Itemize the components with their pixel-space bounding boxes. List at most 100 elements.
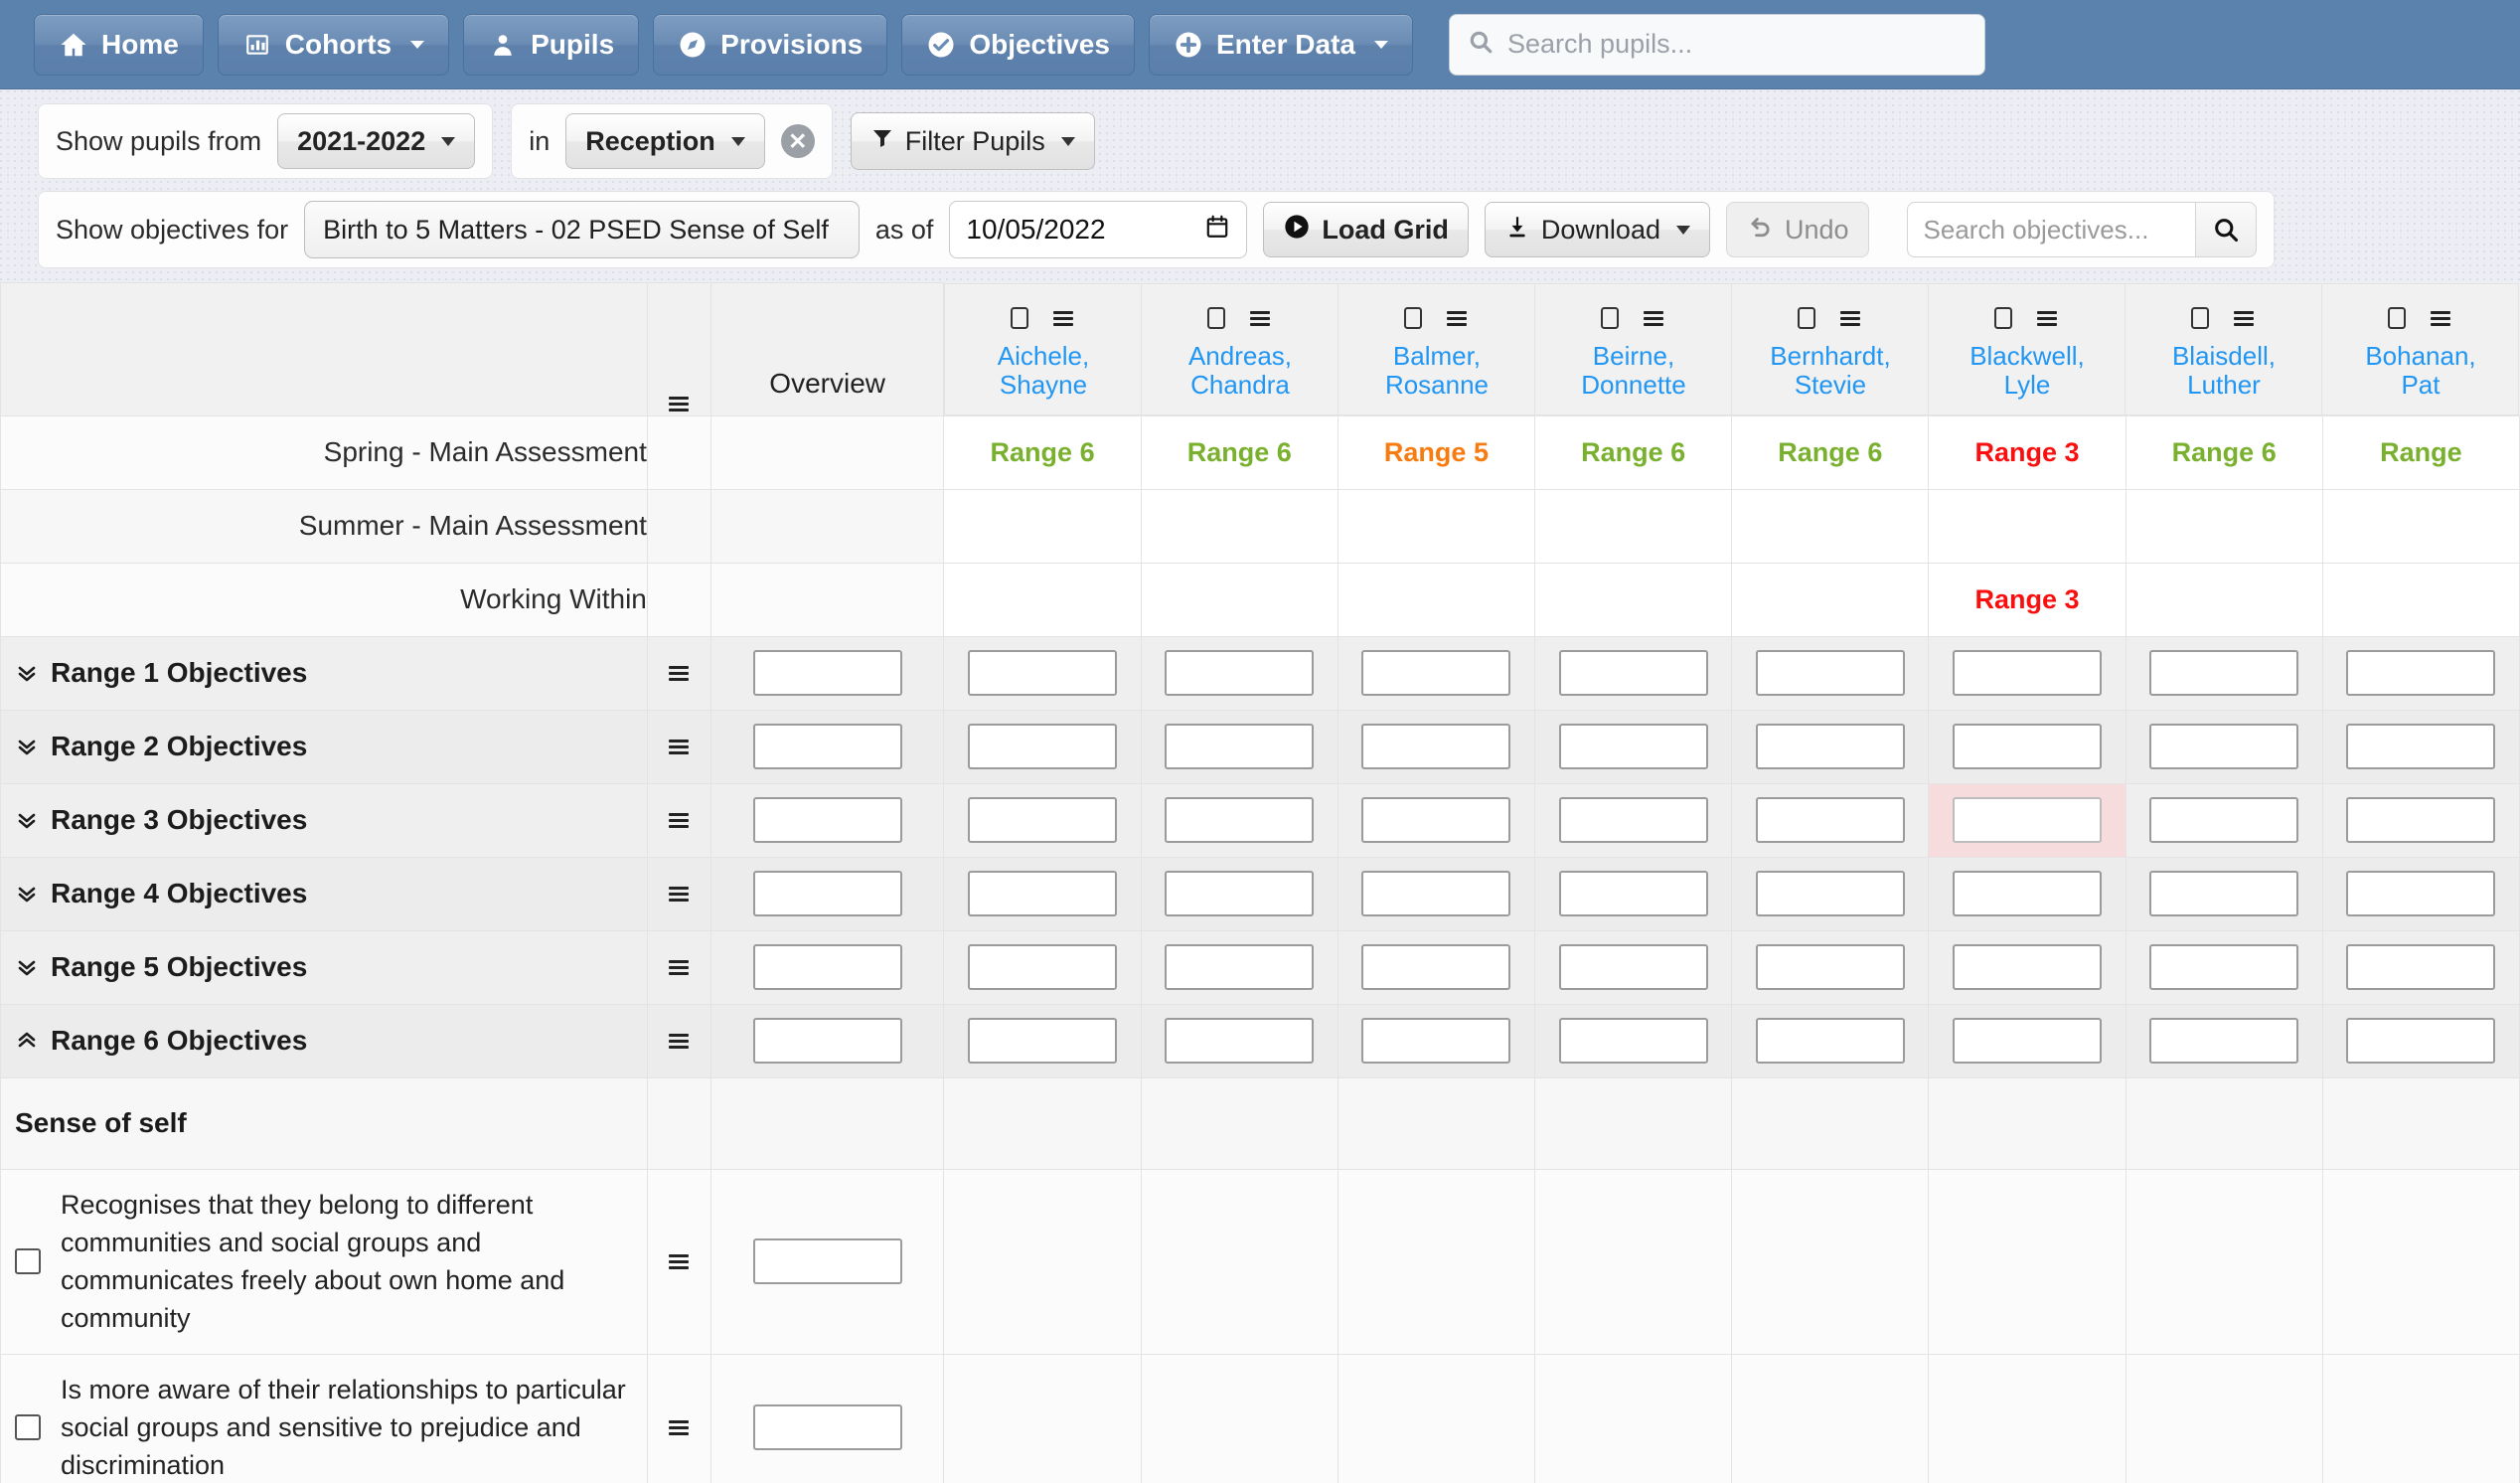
grade-input[interactable] xyxy=(1558,797,1708,843)
grade-input[interactable] xyxy=(752,724,902,769)
range-group-pupil-input-cell[interactable] xyxy=(1337,782,1536,858)
range-group-pupil-input-cell[interactable] xyxy=(2125,635,2323,711)
checkbox-icon[interactable] xyxy=(1401,305,1425,336)
objective-pupil-cell[interactable] xyxy=(1731,1353,1930,1483)
calendar-icon[interactable] xyxy=(1204,213,1230,247)
range-group-handle-cell[interactable] xyxy=(646,856,711,931)
objective-pupil-cell[interactable] xyxy=(943,1353,1142,1483)
checkbox-icon[interactable] xyxy=(2188,305,2212,336)
range-group-pupil-input-cell[interactable] xyxy=(1534,709,1733,784)
hamburger-menu-icon[interactable] xyxy=(648,808,710,832)
range-group-pupil-input-cell[interactable] xyxy=(1928,856,2126,931)
grade-input[interactable] xyxy=(2346,797,2496,843)
grade-input[interactable] xyxy=(2149,724,2299,769)
clear-circle-icon[interactable]: ✕ xyxy=(780,124,815,158)
checkbox-icon[interactable] xyxy=(1991,305,2015,336)
range-group-row[interactable]: Range 6 Objectives xyxy=(0,1003,2520,1078)
grade-input[interactable] xyxy=(968,1018,1118,1064)
hamburger-menu-icon[interactable] xyxy=(2032,306,2062,335)
grade-input[interactable] xyxy=(2149,1018,2299,1064)
range-group-pupil-input-cell[interactable] xyxy=(2321,1003,2520,1078)
checkbox-icon[interactable] xyxy=(1598,305,1622,336)
range-group-pupil-input-cell[interactable] xyxy=(1928,709,2126,784)
objective-handle-cell[interactable] xyxy=(646,1353,711,1483)
grade-input[interactable] xyxy=(1361,797,1511,843)
grade-input[interactable] xyxy=(2346,650,2496,696)
grade-input[interactable] xyxy=(968,724,1118,769)
range-group-pupil-input-cell[interactable] xyxy=(1928,1003,2126,1078)
nav-item-home[interactable]: Home xyxy=(34,13,204,76)
range-group-row[interactable]: Range 3 Objectives xyxy=(0,782,2520,858)
grade-input[interactable] xyxy=(1953,650,2103,696)
grade-input[interactable] xyxy=(968,944,1118,990)
range-group-row[interactable]: Range 5 Objectives xyxy=(0,929,2520,1005)
objective-handle-cell[interactable] xyxy=(646,1168,711,1355)
range-group-pupil-input-cell[interactable] xyxy=(943,929,1142,1005)
hamburger-menu-icon[interactable] xyxy=(648,882,710,906)
range-group-pupil-input-cell[interactable] xyxy=(1140,635,1339,711)
checkbox-icon[interactable] xyxy=(1795,305,1818,336)
range-group-pupil-input-cell[interactable] xyxy=(1534,929,1733,1005)
load-grid-button[interactable]: Load Grid xyxy=(1263,202,1469,257)
grade-input[interactable] xyxy=(752,1404,902,1451)
range-group-pupil-input-cell[interactable] xyxy=(1337,709,1536,784)
range-group-pupil-input-cell[interactable] xyxy=(1140,782,1339,858)
hamburger-menu-icon[interactable] xyxy=(648,661,710,685)
hamburger-menu-icon[interactable] xyxy=(1442,306,1472,335)
nav-item-cohorts[interactable]: Cohorts xyxy=(217,13,450,76)
range-group-pupil-input-cell[interactable] xyxy=(1337,929,1536,1005)
range-group-pupil-input-cell[interactable] xyxy=(943,635,1142,711)
nav-item-objectives[interactable]: Objectives xyxy=(901,13,1135,76)
grade-input[interactable] xyxy=(1953,797,2103,843)
grade-input[interactable] xyxy=(1953,724,2103,769)
range-group-overview-input-cell[interactable] xyxy=(709,1003,945,1078)
range-group-overview-input-cell[interactable] xyxy=(709,709,945,784)
grade-input[interactable] xyxy=(752,650,902,696)
range-group-pupil-input-cell[interactable] xyxy=(1731,709,1930,784)
objective-pupil-cell[interactable] xyxy=(943,1168,1142,1355)
chevron-double-down-icon[interactable] xyxy=(15,735,39,758)
grade-input[interactable] xyxy=(1165,944,1315,990)
range-group-pupil-input-cell[interactable] xyxy=(1928,782,2126,858)
range-group-pupil-input-cell[interactable] xyxy=(943,1003,1142,1078)
grade-input[interactable] xyxy=(1361,944,1511,990)
objective-pupil-cell[interactable] xyxy=(1337,1168,1536,1355)
range-group-pupil-input-cell[interactable] xyxy=(2321,782,2520,858)
range-group-handle-cell[interactable] xyxy=(646,709,711,784)
filter-pupils-button[interactable]: Filter Pupils xyxy=(850,112,1095,170)
range-group-pupil-input-cell[interactable] xyxy=(2321,709,2520,784)
objective-pupil-cell[interactable] xyxy=(1928,1168,2126,1355)
hamburger-menu-icon[interactable] xyxy=(1048,306,1078,335)
range-group-overview-input-cell[interactable] xyxy=(709,635,945,711)
range-group-label-cell[interactable]: Range 1 Objectives xyxy=(0,635,648,711)
checkbox-icon[interactable] xyxy=(15,1248,41,1275)
grid-header-handle-cell[interactable] xyxy=(646,282,711,416)
grade-input[interactable] xyxy=(752,797,902,843)
objective-search-box[interactable] xyxy=(1906,202,2257,257)
range-group-handle-cell[interactable] xyxy=(646,1003,711,1078)
grade-input[interactable] xyxy=(752,871,902,916)
range-group-pupil-input-cell[interactable] xyxy=(1140,1003,1339,1078)
grade-input[interactable] xyxy=(1361,1018,1511,1064)
grade-input[interactable] xyxy=(1755,797,1905,843)
objective-overview-input-cell[interactable] xyxy=(709,1168,945,1355)
range-group-pupil-input-cell[interactable] xyxy=(1928,635,2126,711)
grade-input[interactable] xyxy=(1953,1018,2103,1064)
hamburger-menu-icon[interactable] xyxy=(2229,306,2259,335)
objective-pupil-cell[interactable] xyxy=(1731,1168,1930,1355)
checkbox-icon[interactable] xyxy=(15,1414,41,1441)
range-group-pupil-input-cell[interactable] xyxy=(2125,929,2323,1005)
objective-pupil-cell[interactable] xyxy=(2321,1168,2520,1355)
range-group-pupil-input-cell[interactable] xyxy=(1534,782,1733,858)
range-group-row[interactable]: Range 2 Objectives xyxy=(0,709,2520,784)
grade-input[interactable] xyxy=(752,1238,902,1285)
pupil-name-link[interactable]: Balmer, Rosanne xyxy=(1385,342,1489,400)
pupil-name-link[interactable]: Andreas, Chandra xyxy=(1188,342,1292,400)
checkbox-icon[interactable] xyxy=(2385,305,2409,336)
range-group-pupil-input-cell[interactable] xyxy=(1140,929,1339,1005)
pupil-search-input[interactable] xyxy=(1507,29,1967,60)
grade-input[interactable] xyxy=(1755,1018,1905,1064)
range-group-pupil-input-cell[interactable] xyxy=(943,709,1142,784)
chevron-double-down-icon[interactable] xyxy=(15,661,39,685)
hamburger-menu-icon[interactable] xyxy=(648,1415,710,1439)
